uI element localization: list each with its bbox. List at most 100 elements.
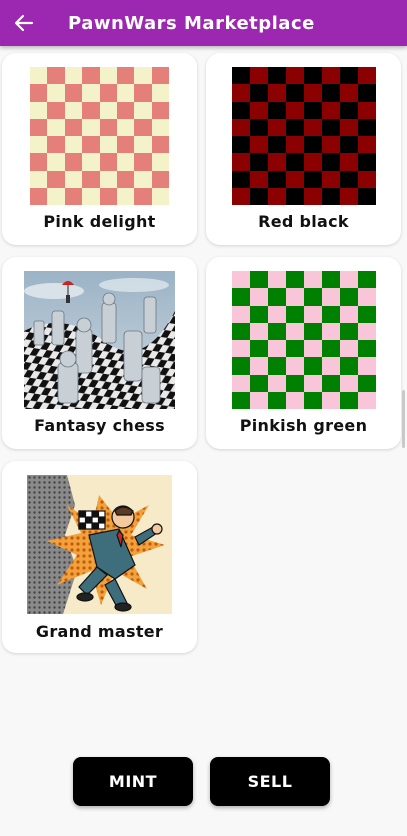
board-square: [99, 187, 117, 205]
board-square: [99, 153, 117, 171]
board-square: [250, 322, 268, 340]
board-card-fantasy-chess[interactable]: Fantasy chess: [2, 257, 197, 449]
board-square: [322, 67, 340, 85]
board-square: [304, 391, 322, 409]
board-square: [151, 136, 169, 154]
board-square: [250, 118, 268, 136]
board-square: [47, 170, 65, 188]
board-square: [322, 357, 340, 375]
board-square: [250, 305, 268, 323]
board-square: [151, 170, 169, 188]
board-square: [232, 84, 250, 102]
board-square: [286, 153, 304, 171]
board-square: [322, 340, 340, 358]
board-square: [99, 67, 117, 85]
board-square: [64, 101, 83, 119]
board-square: [232, 101, 250, 119]
board-square: [82, 67, 100, 85]
board-square: [47, 136, 65, 154]
board-square: [268, 153, 286, 171]
board-square: [232, 170, 250, 188]
board-square: [99, 101, 117, 119]
grand-master-image: [27, 475, 172, 614]
board-square: [134, 118, 152, 136]
board-square: [268, 305, 286, 323]
board-square: [82, 153, 100, 171]
board-square: [30, 118, 48, 136]
board-square: [304, 84, 322, 102]
board-square: [134, 187, 152, 205]
board-square: [134, 153, 152, 171]
board-square: [116, 118, 135, 136]
board-square: [250, 170, 268, 188]
board-square: [322, 288, 340, 306]
board-square: [340, 101, 358, 119]
board-square: [232, 136, 250, 154]
board-square: [286, 118, 304, 136]
board-label: Red black: [258, 212, 349, 231]
board-square: [304, 288, 322, 306]
board-card-red-black[interactable]: Red black: [206, 53, 401, 245]
board-square: [232, 118, 250, 136]
board-square: [268, 271, 286, 289]
board-square: [99, 136, 117, 154]
fantasy-chess-image: [24, 271, 175, 409]
board-square: [268, 136, 286, 154]
board-square: [358, 84, 376, 102]
arrow-left-icon: [14, 14, 34, 32]
board-square: [358, 322, 376, 340]
board-card-grand-master[interactable]: Grand master: [2, 461, 197, 653]
board-card-pinkish-green[interactable]: Pinkish green: [206, 257, 401, 449]
board-square: [116, 153, 135, 171]
board-square: [250, 374, 268, 392]
board-square: [358, 305, 376, 323]
board-square: [322, 271, 340, 289]
board-square: [134, 101, 152, 119]
board-square: [250, 391, 268, 409]
mint-button[interactable]: MINT: [73, 757, 193, 806]
board-square: [340, 170, 358, 188]
board-square: [358, 288, 376, 306]
board-square: [151, 101, 169, 119]
board-square: [250, 136, 268, 154]
board-square: [340, 374, 358, 392]
page-title: PawnWars Marketplace: [68, 12, 315, 34]
board-square: [358, 357, 376, 375]
board-square: [151, 153, 169, 171]
board-square: [30, 67, 48, 85]
board-label: Pink delight: [43, 212, 156, 231]
sell-button[interactable]: SELL: [210, 757, 330, 806]
board-square: [232, 271, 250, 289]
board-square: [99, 118, 117, 136]
board-square: [340, 118, 358, 136]
board-square: [250, 67, 268, 85]
board-square: [286, 374, 304, 392]
board-card-pink-delight[interactable]: Pink delight: [2, 53, 197, 245]
board-square: [82, 187, 100, 205]
board-square: [358, 67, 376, 85]
board-square: [99, 170, 117, 188]
board-square: [304, 170, 322, 188]
board-square: [286, 136, 304, 154]
board-square: [322, 136, 340, 154]
board-square: [286, 305, 304, 323]
board-square: [340, 67, 358, 85]
board-square: [64, 136, 83, 154]
board-square: [134, 170, 152, 188]
board-label: Grand master: [35, 622, 164, 641]
board-square: [30, 101, 48, 119]
board-square: [286, 391, 304, 409]
board-square: [340, 187, 358, 205]
board-square: [304, 118, 322, 136]
board-square: [286, 84, 304, 102]
board-square: [232, 305, 250, 323]
back-button[interactable]: [0, 0, 48, 46]
board-square: [232, 391, 250, 409]
board-label: Fantasy chess: [34, 416, 165, 435]
board-square: [64, 170, 83, 188]
board-square: [358, 391, 376, 409]
board-square: [47, 84, 65, 102]
board-square: [47, 187, 65, 205]
scrollbar[interactable]: [402, 390, 405, 448]
board-square: [286, 322, 304, 340]
